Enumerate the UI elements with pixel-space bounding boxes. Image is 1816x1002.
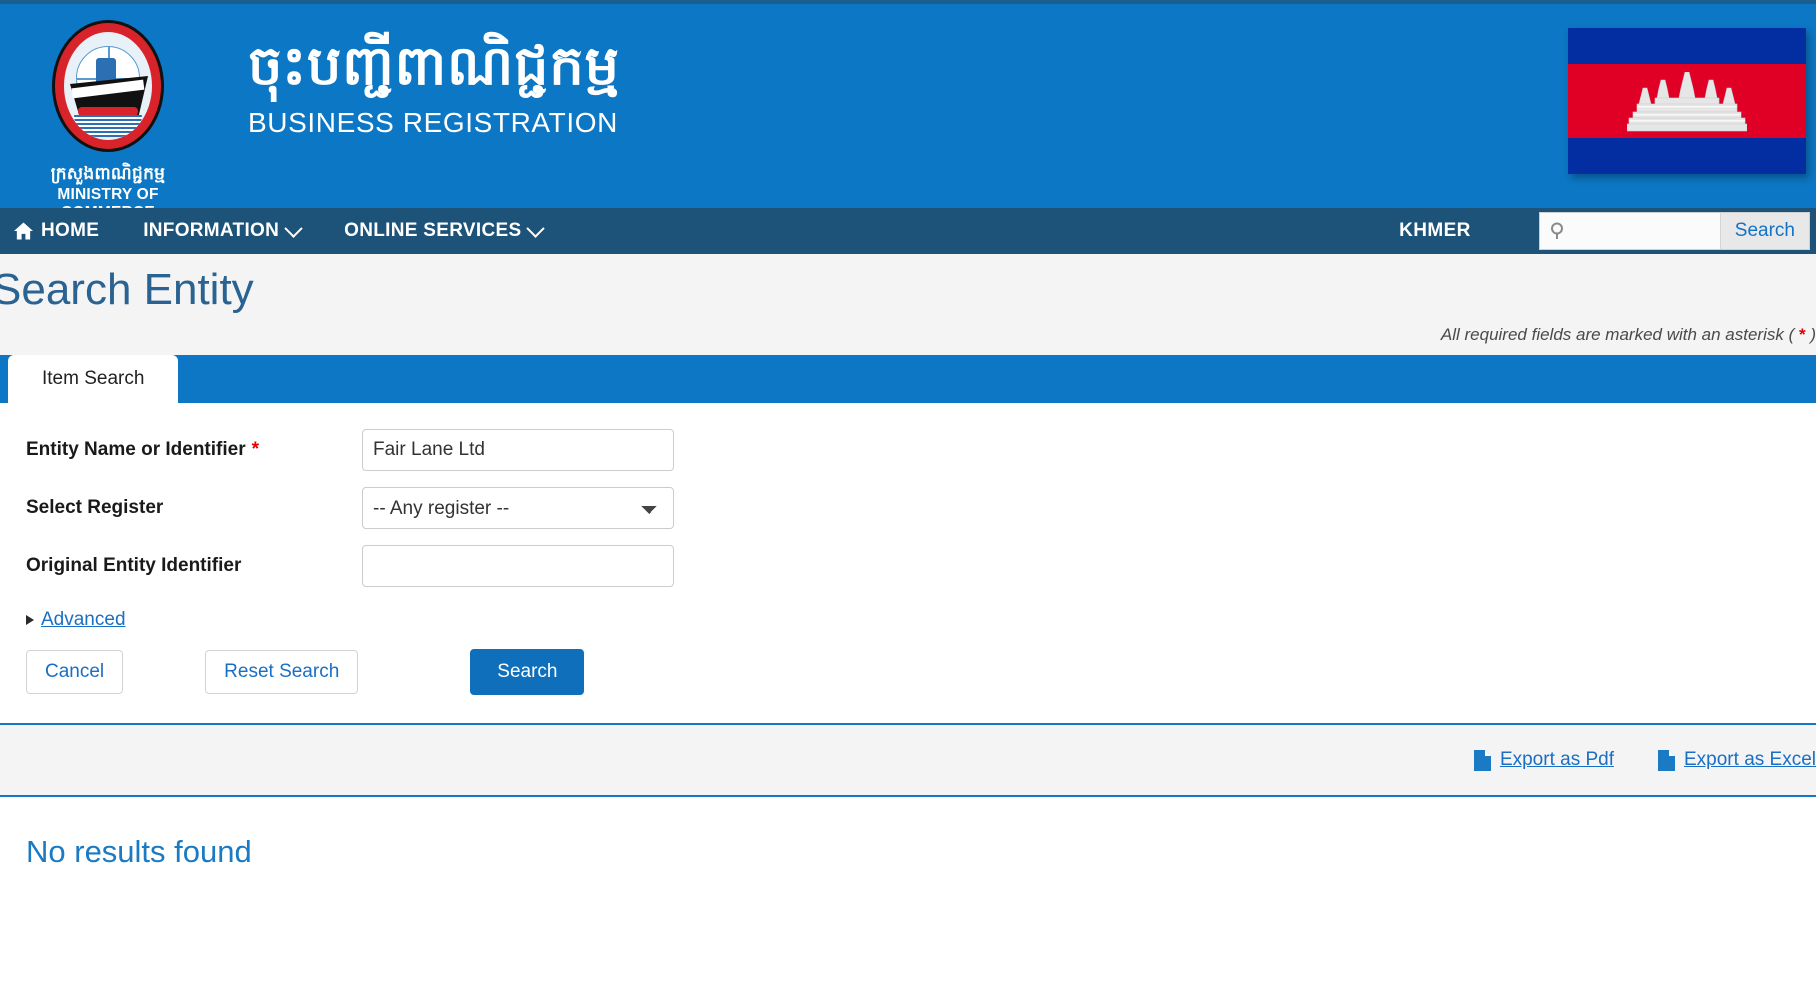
required-asterisk: * <box>1798 325 1806 344</box>
label-text: Original Entity Identifier <box>26 555 242 576</box>
ministry-crest-logo <box>49 18 167 158</box>
export-as-excel-link[interactable]: Export as Excel <box>1658 749 1816 771</box>
ministry-brand: ក្រសួងពាណិជ្ជកម្ម MINISTRY OF COMMERCE <box>18 18 198 208</box>
label-text: Select Register <box>26 497 164 518</box>
nav-item-home-label: HOME <box>41 220 100 241</box>
nav-right-group: KHMER Search <box>1399 208 1816 254</box>
label-text: Entity Name or Identifier <box>26 439 246 460</box>
form-row-select-register: Select Register -- Any register -- <box>26 487 1816 539</box>
form-button-row: Cancel Reset Search Search <box>26 649 1816 695</box>
required-asterisk: * <box>251 439 260 460</box>
export-as-excel-label: Export as Excel <box>1684 749 1816 770</box>
ministry-name-english: MINISTRY OF COMMERCE <box>57 185 159 208</box>
export-as-pdf-link[interactable]: Export as Pdf <box>1473 749 1614 771</box>
nav-item-information-label: INFORMATION <box>143 220 280 241</box>
site-header: ក្រសួងពាណិជ្ជកម្ម MINISTRY OF COMMERCE ច… <box>0 0 1816 208</box>
control-original-entity-identifier <box>362 545 674 587</box>
reset-search-button[interactable]: Reset Search <box>205 650 359 694</box>
site-title-english: BUSINESS REGISTRATION <box>248 106 618 138</box>
form-row-original-entity-identifier: Original Entity Identifier <box>26 545 1816 597</box>
control-entity-name <box>362 429 674 471</box>
chevron-down-icon <box>526 218 546 238</box>
results-panel: No results found <box>0 795 1816 907</box>
advanced-link[interactable]: Advanced <box>41 609 126 631</box>
export-bar: Export as Pdf Export as Excel <box>0 723 1816 795</box>
nav-item-online-services[interactable]: ONLINE SERVICES <box>322 208 564 254</box>
site-title-khmer: ចុះបញ្ជីពាណិជ្ជកម្ម <box>248 36 620 96</box>
site-search-button[interactable]: Search <box>1719 213 1809 249</box>
site-search-group: Search <box>1538 212 1810 250</box>
nav-item-online-services-label: ONLINE SERVICES <box>344 220 522 241</box>
nav-item-information[interactable]: INFORMATION <box>121 208 322 254</box>
required-note-prefix: All required fields are marked with an a… <box>1440 325 1799 344</box>
page-title: Search Entity <box>0 265 254 314</box>
label-original-entity-identifier: Original Entity Identifier <box>26 545 362 577</box>
document-icon <box>1658 749 1675 771</box>
no-results-message: No results found <box>26 834 252 869</box>
triangle-right-icon <box>26 615 34 625</box>
cambodia-flag-icon <box>1568 28 1806 174</box>
advanced-toggle[interactable]: Advanced <box>26 609 1816 631</box>
home-icon <box>14 222 33 240</box>
language-switch-khmer[interactable]: KHMER <box>1399 220 1471 242</box>
original-entity-identifier-field[interactable] <box>362 545 674 587</box>
site-title-block: ចុះបញ្ជីពាណិជ្ជកម្ម BUSINESS REGISTRATIO… <box>248 38 620 139</box>
control-select-register: -- Any register -- <box>362 487 674 529</box>
form-row-entity-name: Entity Name or Identifier * <box>26 429 1816 481</box>
label-select-register: Select Register <box>26 487 362 519</box>
label-entity-name-or-identifier: Entity Name or Identifier * <box>26 429 362 461</box>
export-as-pdf-label: Export as Pdf <box>1499 749 1614 770</box>
select-register-dropdown[interactable]: -- Any register -- <box>362 487 674 529</box>
cancel-button[interactable]: Cancel <box>26 650 124 694</box>
main-navigation: HOME INFORMATION ONLINE SERVICES KHMER S… <box>0 208 1816 254</box>
required-fields-note: All required fields are marked with an a… <box>0 319 1816 355</box>
angkor-wat-icon <box>1626 71 1748 132</box>
tab-item-search[interactable]: Item Search <box>8 355 179 403</box>
search-form: Entity Name or Identifier* Select Regist… <box>0 403 1816 723</box>
ministry-name-khmer: ក្រសួងពាណិជ្ជកម្ម <box>50 164 166 183</box>
site-search-input[interactable] <box>1539 213 1720 249</box>
document-icon <box>1473 749 1491 771</box>
tab-strip: Item Search <box>0 355 1816 403</box>
nav-item-home[interactable]: HOME <box>0 208 121 254</box>
required-note-suffix: ) <box>1805 325 1816 344</box>
search-button[interactable]: Search <box>470 649 585 695</box>
entity-name-or-identifier-field[interactable] <box>362 429 674 471</box>
page-container: Search Entity All required fields are ma… <box>0 254 1816 355</box>
chevron-down-icon <box>284 218 303 238</box>
